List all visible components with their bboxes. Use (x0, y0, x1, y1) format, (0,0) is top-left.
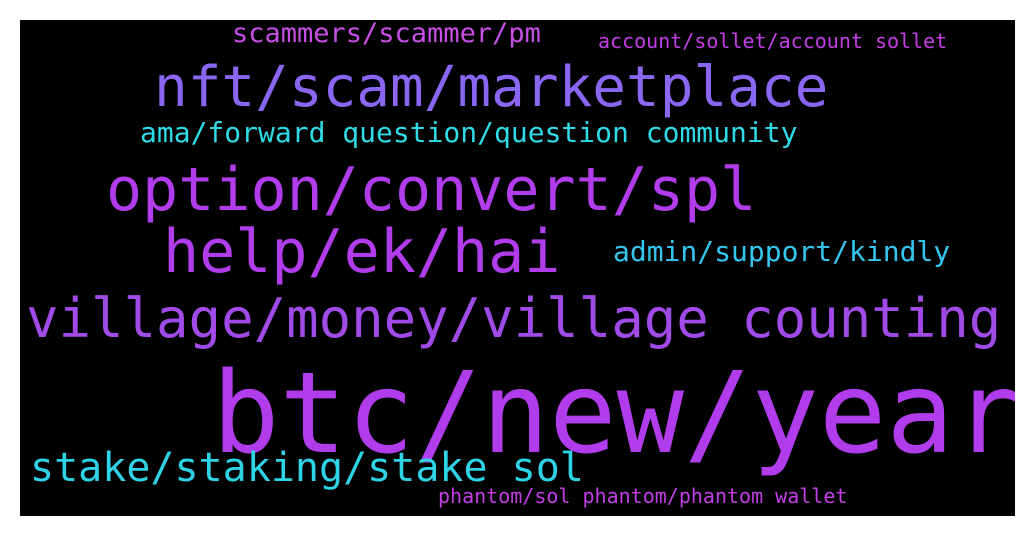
word-stake-staking-stake-sol: stake/staking/stake sol (30, 445, 584, 491)
word-village-money-village-counting: village/money/village counting (26, 287, 1002, 350)
word-nft-scam-marketplace: nft/scam/marketplace (154, 55, 829, 120)
word-account-sollet: account/sollet/account sollet (598, 29, 948, 53)
word-cloud-canvas: btc/new/years option/convert/spl help/ek… (20, 20, 1015, 516)
word-scammers-scammer-pm: scammers/scammer/pm (232, 20, 541, 49)
word-help-ek-hai: help/ek/hai (163, 217, 561, 287)
word-phantom-sol-phantom-wallet: phantom/sol phantom/phantom wallet (438, 484, 848, 508)
word-admin-support-kindly: admin/support/kindly (613, 235, 951, 268)
word-option-convert-spl: option/convert/spl (106, 155, 757, 225)
word-ama-forward-question: ama/forward question/question community (140, 116, 798, 149)
